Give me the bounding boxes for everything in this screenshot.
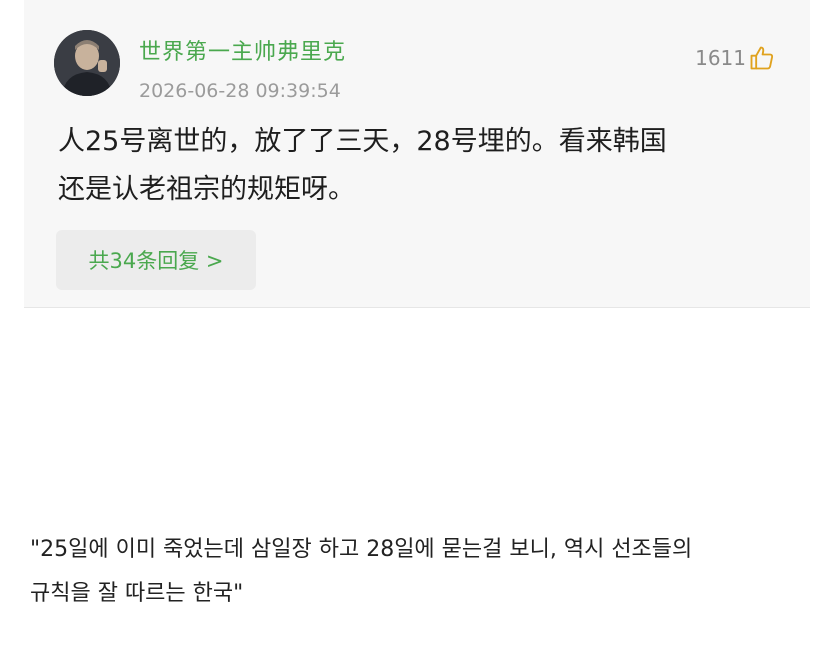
translation-line: "25일에 이미 죽었는데 삼일장 하고 28일에 묻는걸 보니, 역시 선조들… [30,537,693,562]
avatar-image [54,30,120,96]
comment-text-line: 还是认老祖宗的规矩呀。 [58,174,355,205]
translation-line: 규칙을 잘 따르는 한국" [30,581,244,606]
comment-text: 人25号离世的，放了了三天，28号埋的。看来韩国 还是认老祖宗的规矩呀。 [58,118,778,214]
comment-text-line: 人25号离世的，放了了三天，28号埋的。看来韩国 [58,126,667,157]
like-button[interactable]: 1611 [695,44,776,72]
comment-card: 世界第一主帅弗里克 2026-06-28 09:39:54 1611 人25号离… [24,0,810,308]
username[interactable]: 世界第一主帅弗里克 [139,34,346,66]
timestamp: 2026-06-28 09:39:54 [139,80,341,102]
like-count: 1611 [695,46,746,70]
translation-caption: "25일에 이미 죽었는데 삼일장 하고 28일에 묻는걸 보니, 역시 선조들… [30,528,820,616]
view-replies-button[interactable]: 共34条回复 > [56,230,256,290]
avatar[interactable] [54,30,120,96]
thumbs-up-icon [748,44,776,72]
